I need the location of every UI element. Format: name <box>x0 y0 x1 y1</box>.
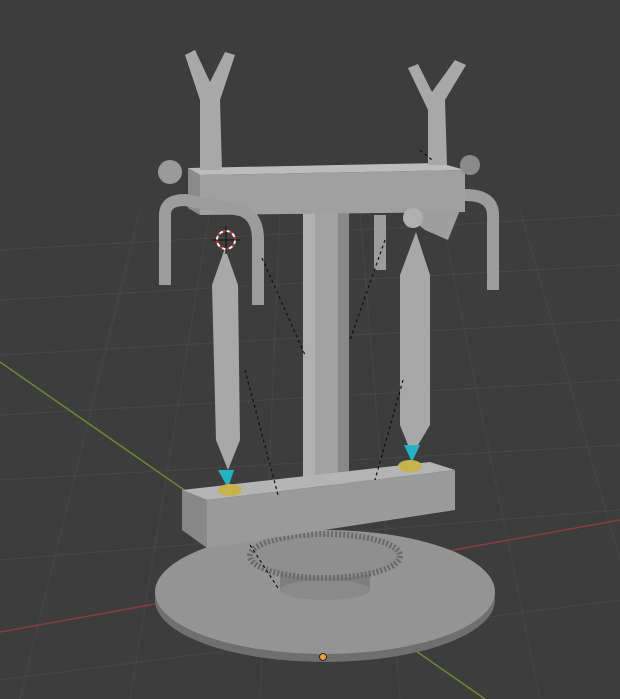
stand-model[interactable] <box>155 50 499 662</box>
right-y-holder <box>408 60 466 165</box>
left-tube <box>159 193 264 305</box>
scene[interactable] <box>0 0 620 699</box>
right-holder <box>398 460 422 472</box>
left-y-holder <box>185 50 235 170</box>
3d-cursor-icon[interactable] <box>212 226 240 254</box>
right-tip <box>404 445 420 462</box>
knurled-wheel <box>247 531 403 581</box>
left-rod <box>212 248 240 470</box>
3d-viewport[interactable] <box>0 0 620 699</box>
right-rod <box>400 232 430 455</box>
object-origin-icon[interactable] <box>319 653 327 661</box>
left-holder <box>218 484 242 496</box>
